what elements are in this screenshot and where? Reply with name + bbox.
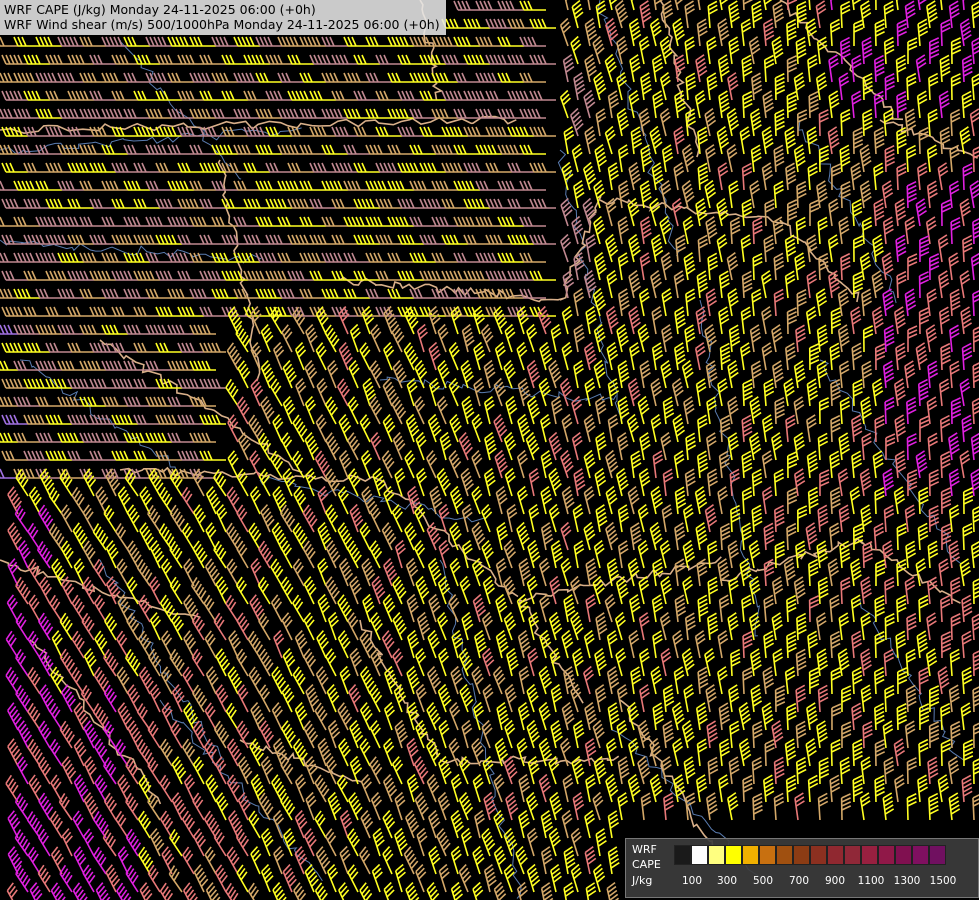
legend-swatch (759, 845, 776, 865)
legend-tick: 900 (824, 875, 846, 887)
legend-tick: 500 (752, 875, 774, 887)
legend-swatch (725, 845, 742, 865)
legend-swatch (929, 845, 946, 865)
legend-swatch (827, 845, 844, 865)
legend-tick: 700 (788, 875, 810, 887)
legend-swatch (776, 845, 793, 865)
map-panel (0, 0, 979, 900)
legend-tick: 1500 (929, 875, 957, 887)
legend-swatch (793, 845, 810, 865)
legend-swatch (878, 845, 895, 865)
cape-legend: WRF CAPE J/kg 100 300 500 700 900 1100 1… (625, 838, 979, 898)
legend-swatch (844, 845, 861, 865)
legend-swatch (691, 845, 708, 865)
legend-tick: 1100 (857, 875, 885, 887)
legend-color-scale (674, 845, 946, 865)
legend-tick: 1300 (893, 875, 921, 887)
map-title-shear: WRF Wind shear (m/s) 500/1000hPa Monday … (4, 17, 440, 32)
wind-shear-map (0, 0, 979, 900)
legend-swatch (895, 845, 912, 865)
map-title-cape: WRF CAPE (J/kg) Monday 24-11-2025 06:00 … (4, 2, 316, 17)
legend-tick: 100 (681, 875, 703, 887)
legend-swatch (708, 845, 725, 865)
legend-swatch (674, 845, 691, 865)
legend-swatch (861, 845, 878, 865)
map-title-box: WRF CAPE (J/kg) Monday 24-11-2025 06:00 … (0, 0, 446, 35)
legend-title-cape: CAPE (632, 858, 661, 871)
legend-tick: 300 (716, 875, 738, 887)
legend-swatch (912, 845, 929, 865)
legend-swatch (810, 845, 827, 865)
legend-title-wrf: WRF (632, 843, 657, 856)
legend-swatch (742, 845, 759, 865)
legend-title-units: J/kg (632, 874, 653, 887)
